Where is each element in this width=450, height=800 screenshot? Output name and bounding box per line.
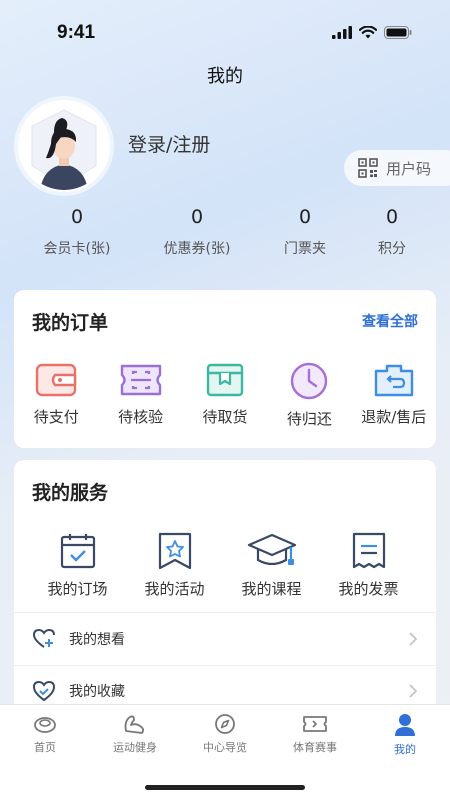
compass-icon bbox=[215, 714, 235, 734]
status-bar: 9:41 bbox=[0, 0, 450, 62]
service-label: 我的活动 bbox=[144, 580, 205, 598]
service-activities[interactable]: 我的活动 bbox=[126, 532, 223, 599]
status-time: 9:41 bbox=[57, 22, 96, 43]
services-card: 我的服务 我的订场 我的活动 我的课程 我的发票 我的想看 我的收藏 bbox=[14, 460, 436, 710]
stat-coupons[interactable]: 0 优惠券(张) bbox=[142, 206, 252, 258]
stat-label: 积分 bbox=[378, 241, 406, 257]
qr-code-icon bbox=[358, 158, 378, 178]
order-status-label: 退款/售后 bbox=[361, 408, 427, 426]
receipt-icon bbox=[352, 532, 385, 569]
fitness-icon bbox=[124, 715, 145, 734]
clock-icon bbox=[291, 362, 328, 400]
order-pending-verification[interactable]: 待核验 bbox=[98, 362, 182, 429]
orders-card: 我的订单 查看全部 待支付 待核验 待取货 待归还 退款/售后 bbox=[14, 290, 436, 448]
avatar-illustration-icon bbox=[20, 102, 108, 190]
service-label: 我的课程 bbox=[241, 580, 302, 598]
chevron-right-icon bbox=[409, 632, 418, 646]
heart-check-icon bbox=[32, 680, 56, 702]
list-item-label: 我的想看 bbox=[69, 632, 125, 648]
service-label: 我的发票 bbox=[338, 580, 399, 598]
tab-home[interactable]: 首页 bbox=[0, 713, 90, 755]
order-refund-aftersales[interactable]: 退款/售后 bbox=[352, 362, 436, 429]
orders-title: 我的订单 bbox=[32, 312, 109, 334]
wallet-icon bbox=[35, 363, 77, 397]
list-item-label: 我的收藏 bbox=[69, 684, 125, 700]
tab-sports-events[interactable]: 体育赛事 bbox=[270, 713, 360, 755]
stat-value: 0 bbox=[385, 206, 399, 228]
list-item-want-to-watch[interactable]: 我的想看 bbox=[14, 614, 436, 664]
order-status-label: 待归还 bbox=[286, 410, 332, 428]
order-status-label: 待取货 bbox=[202, 408, 248, 426]
tab-fitness[interactable]: 运动健身 bbox=[90, 713, 180, 755]
stat-value: 0 bbox=[190, 206, 204, 228]
view-all-orders-link[interactable]: 查看全部 bbox=[362, 311, 418, 331]
battery-icon bbox=[384, 26, 412, 39]
tab-me[interactable]: 我的 bbox=[360, 713, 450, 757]
graduation-cap-icon bbox=[247, 533, 296, 566]
cellular-signal-icon bbox=[332, 26, 352, 39]
stat-label: 优惠券(张) bbox=[163, 241, 231, 257]
avatar[interactable] bbox=[18, 100, 110, 192]
stat-value: 0 bbox=[70, 206, 84, 228]
user-code-button[interactable]: 用户码 bbox=[344, 150, 450, 186]
refund-icon bbox=[374, 364, 413, 397]
home-indicator bbox=[145, 785, 305, 790]
tab-label: 体育赛事 bbox=[293, 741, 337, 754]
tab-center-guide[interactable]: 中心导览 bbox=[180, 713, 270, 755]
event-ticket-icon bbox=[303, 716, 327, 732]
stat-membership-cards[interactable]: 0 会员卡(张) bbox=[22, 206, 132, 258]
order-status-row: 待支付 待核验 待取货 待归还 退款/售后 bbox=[14, 362, 436, 429]
order-pending-return[interactable]: 待归还 bbox=[267, 362, 351, 429]
heart-plus-icon bbox=[32, 628, 55, 648]
tab-label: 我的 bbox=[394, 743, 416, 756]
page-title: 我的 bbox=[207, 66, 243, 87]
stat-points[interactable]: 0 积分 bbox=[337, 206, 447, 258]
divider bbox=[14, 612, 436, 613]
ticket-scan-icon bbox=[120, 364, 161, 396]
services-title: 我的服务 bbox=[32, 482, 109, 504]
status-icons bbox=[332, 26, 412, 39]
user-icon bbox=[395, 714, 415, 736]
user-code-label: 用户码 bbox=[386, 159, 432, 178]
service-invoices[interactable]: 我的发票 bbox=[320, 532, 417, 599]
star-bookmark-icon bbox=[158, 532, 191, 570]
account-stats: 0 会员卡(张) 0 优惠券(张) 0 门票夹 0 积分 bbox=[0, 206, 450, 266]
tab-label: 首页 bbox=[34, 741, 56, 754]
service-court-booking[interactable]: 我的订场 bbox=[29, 532, 126, 599]
login-register-link[interactable]: 登录/注册 bbox=[128, 130, 210, 157]
service-label: 我的订场 bbox=[47, 580, 108, 598]
tab-label: 运动健身 bbox=[113, 741, 157, 754]
order-pending-pickup[interactable]: 待取货 bbox=[183, 362, 267, 429]
package-icon bbox=[206, 363, 244, 397]
service-courses[interactable]: 我的课程 bbox=[223, 532, 320, 599]
tab-label: 中心导览 bbox=[203, 741, 247, 754]
stat-label: 会员卡(张) bbox=[43, 241, 111, 257]
chevron-right-icon bbox=[409, 684, 418, 698]
wifi-icon bbox=[359, 26, 377, 39]
home-icon bbox=[34, 717, 56, 733]
order-pending-payment[interactable]: 待支付 bbox=[14, 362, 98, 429]
services-row: 我的订场 我的活动 我的课程 我的发票 bbox=[14, 532, 436, 599]
order-status-label: 待核验 bbox=[118, 408, 164, 426]
calendar-check-icon bbox=[60, 534, 95, 569]
order-status-label: 待支付 bbox=[33, 408, 79, 426]
